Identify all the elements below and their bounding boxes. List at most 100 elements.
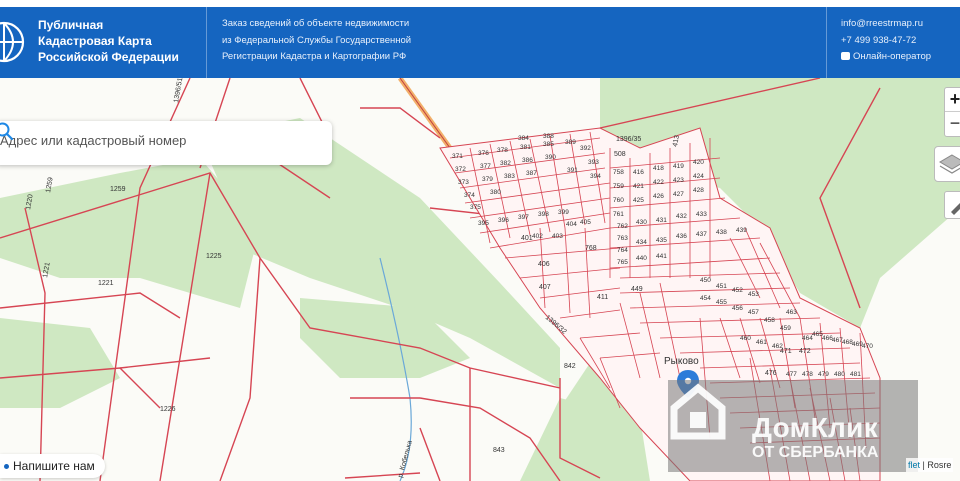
parcel-label: 472 [799, 348, 811, 355]
grid-parcel-label: 763 [617, 235, 628, 242]
parcel-label: 843 [493, 447, 505, 454]
grid-parcel-label: 422 [653, 179, 664, 186]
brand-line: Кадастровая Карта [38, 34, 152, 48]
grid-parcel-label: 391 [567, 167, 578, 174]
parcel-label: 1221 [42, 262, 52, 279]
grid-parcel-label: 372 [455, 166, 466, 173]
grid-parcel-label: 762 [617, 223, 628, 230]
layers-button[interactable] [934, 146, 960, 182]
zoom-in-button[interactable]: + [945, 88, 960, 112]
search-icon[interactable] [0, 121, 14, 141]
watermark-sub: ОТ СБЕРБАНКА [752, 444, 879, 461]
grid-parcel-label: 437 [696, 231, 707, 238]
grid-parcel-label: 399 [558, 209, 569, 216]
chat-button-label: Напишите нам [13, 459, 95, 473]
grid-parcel-label: 376 [478, 150, 489, 157]
parcel-label: 411 [597, 294, 608, 301]
grid-parcel-label: 416 [633, 169, 644, 176]
grid-parcel-label: 404 [566, 221, 577, 228]
parcel-label: 1396/35 [616, 136, 641, 143]
grid-parcel-label: 426 [653, 193, 664, 200]
grid-parcel-label: 396 [498, 217, 509, 224]
phone-link[interactable]: +7 499 938-47-72 [841, 33, 931, 50]
ruler-icon [951, 203, 960, 215]
parcel-label: 449 [631, 286, 643, 293]
parcel-label: 1225 [206, 253, 222, 260]
search-input[interactable] [0, 133, 280, 148]
zoom-out-button[interactable]: − [945, 112, 960, 136]
site-header: Публичная Кадастровая Карта Российской Ф… [0, 7, 960, 78]
grid-parcel-label: 379 [482, 176, 493, 183]
grid-parcel-label: 373 [458, 179, 469, 186]
search-box [0, 121, 332, 165]
order-info-link[interactable]: Заказ сведений об объекте недвижимости и… [222, 16, 442, 66]
brand-title[interactable]: Публичная Кадастровая Карта Российской Ф… [38, 17, 198, 65]
grid-parcel-label: 418 [653, 165, 664, 172]
grid-parcel-label: 392 [580, 145, 591, 152]
grid-parcel-label: 394 [590, 173, 601, 180]
layers-icon [939, 154, 960, 174]
grid-parcel-label: 431 [656, 217, 667, 224]
watermark-brand: ДомКлик [752, 412, 878, 443]
header-divider [826, 7, 827, 78]
grid-parcel-label: 384 [518, 135, 529, 142]
grid-parcel-label: 758 [613, 169, 624, 176]
grid-parcel-label: 765 [617, 259, 628, 266]
grid-parcel-label: 378 [497, 147, 508, 154]
leaflet-link[interactable]: flet [908, 460, 920, 470]
online-operator-link[interactable]: Онлайн-оператор [841, 49, 931, 66]
parcel-label: 406 [538, 261, 550, 268]
grid-parcel-label: 393 [588, 159, 599, 166]
grid-parcel-label: 425 [633, 197, 644, 204]
chat-bubble-icon [841, 52, 850, 60]
grid-parcel-label: 371 [452, 153, 463, 160]
grid-parcel-label: 760 [613, 197, 624, 204]
grid-parcel-label: 428 [693, 187, 704, 194]
globe-logo-icon[interactable] [0, 17, 26, 67]
grid-parcel-label: 377 [480, 163, 491, 170]
grid-parcel-label: 481 [850, 371, 861, 378]
email-link[interactable]: info@rreestrmap.ru [841, 16, 931, 33]
house-logo-icon [670, 383, 726, 440]
grid-parcel-label: 463 [786, 309, 797, 316]
grid-parcel-label: 458 [764, 317, 775, 324]
brand-line: Российской Федерации [38, 50, 179, 64]
grid-parcel-label: 441 [656, 253, 667, 260]
grid-parcel-label: 385 [543, 141, 554, 148]
river-label: р. Кобелька [396, 439, 414, 478]
grid-parcel-label: 453 [748, 291, 759, 298]
grid-parcel-label: 480 [834, 371, 845, 378]
contacts: info@rreestrmap.ru +7 499 938-47-72 Онла… [841, 16, 931, 66]
grid-parcel-label: 386 [522, 157, 533, 164]
grid-parcel-label: 434 [636, 239, 647, 246]
grid-parcel-label: 420 [693, 159, 704, 166]
grid-parcel-label: 439 [736, 227, 747, 234]
grid-parcel-label: 395 [478, 220, 489, 227]
grid-parcel-label: 383 [504, 173, 515, 180]
measure-button[interactable] [944, 191, 960, 219]
parcel-label: 476 [765, 370, 777, 377]
header-divider [206, 7, 207, 78]
grid-parcel-label: 764 [617, 247, 628, 254]
grid-parcel-label: 430 [636, 219, 647, 226]
grid-parcel-label: 388 [543, 133, 554, 140]
chat-button[interactable]: Напишите нам [0, 454, 105, 478]
grid-parcel-label: 432 [676, 213, 687, 220]
brand-line: Публичная [38, 18, 104, 32]
grid-parcel-label: 421 [633, 183, 644, 190]
grid-parcel-label: 477 [786, 371, 797, 378]
chat-dot-icon [4, 464, 9, 469]
attribution-source: Rosre [927, 460, 952, 470]
grid-parcel-label: 374 [464, 192, 475, 199]
grid-parcel-label: 454 [700, 295, 711, 302]
grid-parcel-label: 459 [780, 325, 791, 332]
grid-parcel-label: 381 [520, 144, 531, 151]
grid-parcel-label: 759 [613, 183, 624, 190]
place-name: Рыково [664, 356, 699, 367]
grid-parcel-label: 405 [580, 219, 591, 226]
grid-parcel-label: 427 [673, 191, 684, 198]
cadastral-map[interactable]: 1396/51 1396/35 1396/32 1259 1259 1220 1… [0, 78, 960, 481]
grid-parcel-label: 460 [740, 335, 751, 342]
grid-parcel-label: 462 [772, 343, 783, 350]
grid-parcel-label: 433 [696, 211, 707, 218]
